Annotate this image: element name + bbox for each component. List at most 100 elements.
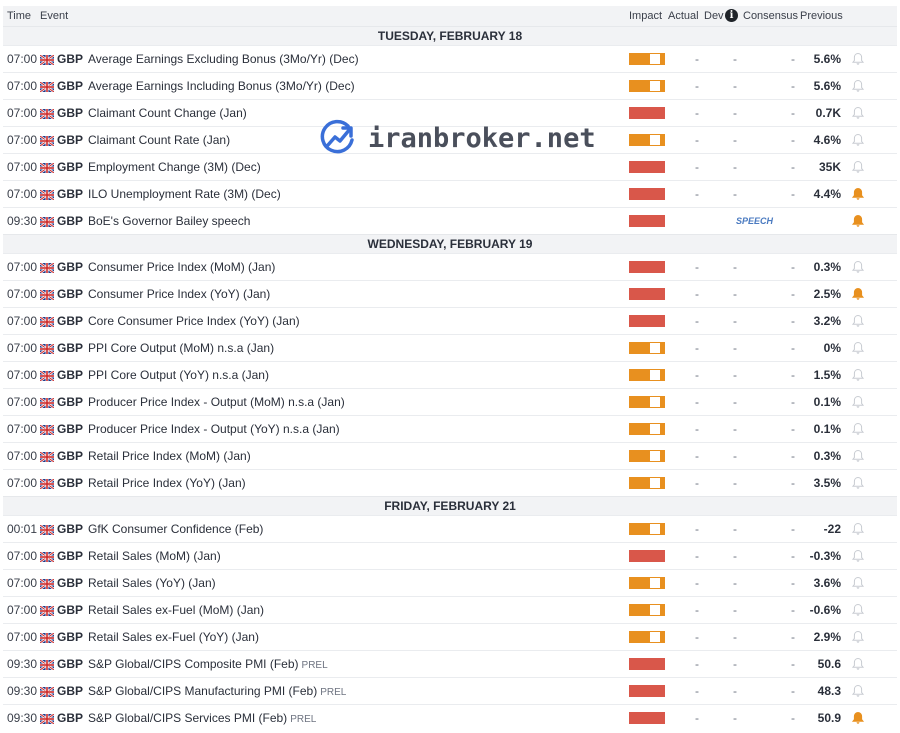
event-name[interactable]: Consumer Price Index (MoM) (Jan) (88, 254, 275, 280)
event-name[interactable]: Retail Price Index (YoY) (Jan) (88, 470, 246, 496)
event-name[interactable]: Employment Change (3M) (Dec) (88, 154, 261, 180)
uk-flag-icon (39, 343, 55, 355)
table-row[interactable]: 09:30 GBP S&P Global/CIPS Composite PMI (F… (3, 650, 897, 677)
event-name[interactable]: GfK Consumer Confidence (Feb) (88, 516, 263, 542)
uk-flag-icon (39, 262, 55, 274)
event-name[interactable]: Claimant Count Change (Jan) (88, 100, 247, 126)
event-name[interactable]: Retail Sales (YoY) (Jan) (88, 570, 216, 596)
header-event[interactable]: Event (40, 10, 68, 22)
currency-code: GBP (57, 52, 84, 66)
event-name[interactable]: Core Consumer Price Index (YoY) (Jan) (88, 308, 300, 334)
bell-icon[interactable] (851, 214, 865, 228)
uk-flag-icon (39, 524, 55, 536)
event-title: Retail Sales (YoY) (Jan) (88, 576, 216, 590)
previous-value: 35K (818, 160, 841, 174)
table-row[interactable]: 09:30 GBP S&P Global/CIPS Manufacturing PM… (3, 677, 897, 704)
table-row[interactable]: 07:00 GBP Average Earnings Excluding Bonus… (3, 45, 897, 72)
event-name[interactable]: Claimant Count Rate (Jan) (88, 127, 230, 153)
bell-icon[interactable] (851, 603, 865, 617)
uk-flag-icon (39, 216, 55, 228)
header-actual[interactable]: Actual (668, 10, 699, 22)
previous-value: 5.6% (813, 52, 841, 66)
table-row[interactable]: 07:00 GBP Average Earnings Including Bonus… (3, 72, 897, 99)
bell-icon[interactable] (851, 52, 865, 66)
table-row[interactable]: 07:00 GBP Retail Price Index (YoY) (Jan) - -… (3, 469, 897, 496)
bell-icon[interactable] (851, 106, 865, 120)
bell-icon[interactable] (851, 657, 865, 671)
currency-code: GBP (57, 187, 84, 201)
event-name[interactable]: S&P Global/CIPS Manufacturing PMI (Feb) P… (88, 678, 346, 706)
table-row[interactable]: 09:30 GBP S&P Global/CIPS Services PMI (Fe… (3, 704, 897, 731)
table-row[interactable]: 00:01 GBP GfK Consumer Confidence (Feb) - - -… (3, 515, 897, 542)
header-consensus[interactable]: Consensus (743, 10, 798, 22)
currency-code: GBP (57, 160, 84, 174)
table-row[interactable]: 07:00 GBP Retail Sales (MoM) (Jan) - - - -0.3% (3, 542, 897, 569)
event-time: 07:00 (7, 52, 38, 66)
bell-icon[interactable] (851, 314, 865, 328)
event-name[interactable]: Producer Price Index - Output (MoM) n.s.… (88, 389, 345, 415)
event-name[interactable]: Average Earnings Excluding Bonus (3Mo/Yr… (88, 46, 359, 72)
header-previous[interactable]: Previous (800, 10, 843, 22)
uk-flag-icon (39, 713, 55, 725)
event-name[interactable]: Consumer Price Index (YoY) (Jan) (88, 281, 270, 307)
header-impact[interactable]: Impact (629, 10, 662, 22)
table-row[interactable]: 07:00 GBP ILO Unemployment Rate (3M) (Dec)… (3, 180, 897, 207)
table-row[interactable]: 07:00 GBP Retail Sales (YoY) (Jan) - - -3.6% (3, 569, 897, 596)
table-row[interactable]: 07:00 GBP Consumer Price Index (MoM) (Jan)… (3, 253, 897, 280)
header-time[interactable]: Time (7, 10, 31, 22)
table-row[interactable]: 07:00 GBP Retail Sales ex-Fuel (MoM) (Jan)… (3, 596, 897, 623)
bell-icon[interactable] (851, 449, 865, 463)
table-row[interactable]: 07:00 GBP Retail Sales ex-Fuel (YoY) (Jan)… (3, 623, 897, 650)
table-row[interactable]: 07:00 GBP Retail Price Index (MoM) (Jan) - -… (3, 442, 897, 469)
table-row[interactable]: 07:00 GBP Producer Price Index - Output (M… (3, 388, 897, 415)
event-title: ILO Unemployment Rate (3M) (Dec) (88, 187, 281, 201)
event-name[interactable]: PPI Core Output (MoM) n.s.a (Jan) (88, 335, 274, 361)
bell-icon[interactable] (851, 260, 865, 274)
deviation-value: - (733, 576, 737, 590)
bell-icon[interactable] (851, 287, 865, 301)
info-icon[interactable]: i (725, 9, 738, 22)
bell-icon[interactable] (851, 422, 865, 436)
bell-icon[interactable] (851, 187, 865, 201)
table-row[interactable]: 09:30 GBP BoE's Governor Bailey speech SPEE… (3, 207, 897, 234)
bell-icon[interactable] (851, 711, 865, 725)
bell-icon[interactable] (851, 684, 865, 698)
day-header: TUESDAY, FEBRUARY 18 (3, 26, 897, 45)
bell-icon[interactable] (851, 576, 865, 590)
event-name[interactable]: Retail Sales (MoM) (Jan) (88, 543, 221, 569)
event-name[interactable]: Producer Price Index - Output (YoY) n.s.… (88, 416, 340, 442)
event-name[interactable]: ILO Unemployment Rate (3M) (Dec) (88, 181, 281, 207)
event-name[interactable]: Retail Price Index (MoM) (Jan) (88, 443, 251, 469)
bell-icon[interactable] (851, 79, 865, 93)
prel-tag: PREL (301, 660, 328, 671)
bell-icon[interactable] (851, 341, 865, 355)
bell-icon[interactable] (851, 395, 865, 409)
uk-flag-icon (39, 162, 55, 174)
bell-icon[interactable] (851, 630, 865, 644)
table-row[interactable]: 07:00 GBP Producer Price Index - Output (Y… (3, 415, 897, 442)
table-row[interactable]: 07:00 GBP PPI Core Output (YoY) n.s.a (Jan… (3, 361, 897, 388)
event-time: 07:00 (7, 160, 38, 174)
deviation-value: - (733, 476, 737, 490)
bell-icon[interactable] (851, 133, 865, 147)
bell-icon[interactable] (851, 160, 865, 174)
uk-flag-icon (39, 478, 55, 490)
table-row[interactable]: 07:00 GBP Core Consumer Price Index (YoY) … (3, 307, 897, 334)
header-dev[interactable]: Dev (704, 10, 724, 22)
uk-flag-icon (39, 316, 55, 328)
event-name[interactable]: BoE's Governor Bailey speech (88, 208, 250, 234)
bell-icon[interactable] (851, 476, 865, 490)
table-row[interactable]: 07:00 GBP PPI Core Output (MoM) n.s.a (Jan… (3, 334, 897, 361)
bell-icon[interactable] (851, 368, 865, 382)
event-name[interactable]: PPI Core Output (YoY) n.s.a (Jan) (88, 362, 269, 388)
event-name[interactable]: S&P Global/CIPS Composite PMI (Feb) PREL (88, 651, 328, 679)
bell-icon[interactable] (851, 549, 865, 563)
event-name[interactable]: Retail Sales ex-Fuel (YoY) (Jan) (88, 624, 259, 650)
bell-icon[interactable] (851, 522, 865, 536)
table-row[interactable]: 07:00 GBP Consumer Price Index (YoY) (Jan)… (3, 280, 897, 307)
actual-value: - (695, 603, 699, 617)
deviation-value: - (733, 260, 737, 274)
event-name[interactable]: Retail Sales ex-Fuel (MoM) (Jan) (88, 597, 264, 623)
event-name[interactable]: Average Earnings Including Bonus (3Mo/Yr… (88, 73, 355, 99)
actual-value: - (695, 449, 699, 463)
